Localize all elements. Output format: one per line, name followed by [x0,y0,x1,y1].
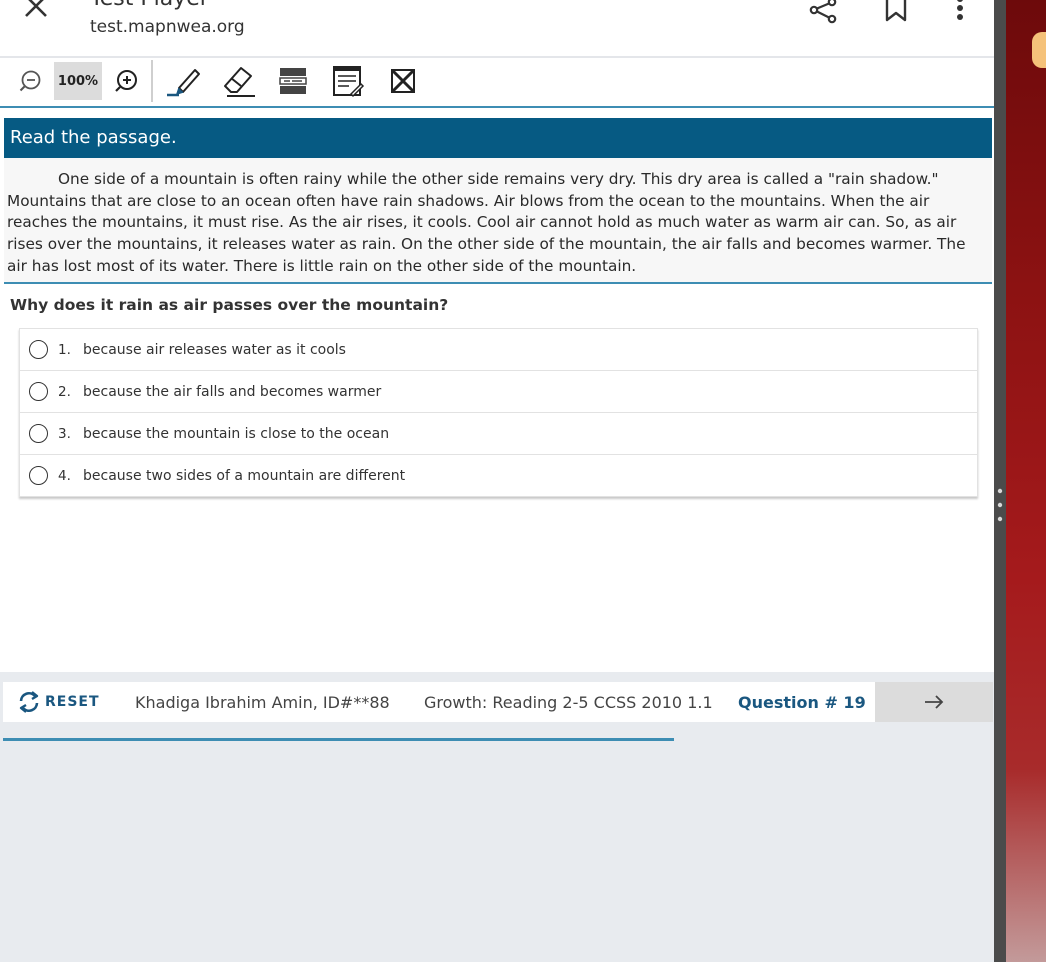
zoom-in-icon [115,70,137,92]
drag-handle-icon[interactable] [997,488,1003,528]
choice-text: because the mountain is close to the oce… [83,425,390,442]
close-icon[interactable] [22,0,50,20]
eraser-icon [224,67,255,97]
choice-text: because air releases water as it cools [83,341,346,358]
reset-button[interactable]: RESET [17,690,100,714]
choice-text: because two sides of a mountain are diff… [83,467,406,484]
toolbar-divider [151,60,153,102]
notepad-icon [333,66,365,98]
choice-text: because the air falls and becomes warmer [83,383,382,400]
answer-eliminator-button[interactable] [387,62,419,100]
zoom-in-button[interactable] [111,62,141,100]
tool-bar: 100% [0,58,994,108]
zoom-out-icon [19,70,41,92]
highlighter-icon [167,69,200,97]
zoom-level: 100% [54,62,102,100]
answer-choice-1[interactable]: 1. because air releases water as it cool… [20,329,977,371]
radio-button[interactable] [29,424,48,443]
answer-choice-3[interactable]: 3. because the mountain is close to the … [20,413,977,455]
bookmark-icon[interactable] [883,0,909,24]
line-reader-icon [279,68,307,94]
passage-heading: Read the passage. [4,118,992,158]
arrow-right-icon [925,695,944,709]
choice-number: 2. [58,383,71,400]
eraser-button[interactable] [220,62,258,100]
highlighter-button[interactable] [164,62,202,100]
split-screen-divider[interactable] [994,0,1006,962]
edge-panel-handle[interactable] [1032,32,1046,68]
notepad-button[interactable] [330,62,366,100]
radio-button[interactable] [29,340,48,359]
answer-eliminator-icon [390,68,416,94]
radio-button[interactable] [29,466,48,485]
progress-underline [3,738,674,741]
passage-text: One side of a mountain is often rainy wh… [7,170,966,275]
test-footer: RESET Khadiga Ibrahim Amin, ID#**88 Grow… [3,682,993,722]
page-url: test.mapnwea.org [90,17,245,37]
passage-body: One side of a mountain is often rainy wh… [4,158,992,284]
choice-number: 1. [58,341,71,358]
radio-button[interactable] [29,382,48,401]
browser-header: Test Player test.mapnwea.org [0,0,994,58]
answer-choice-2[interactable]: 2. because the air falls and becomes war… [20,371,977,413]
line-reader-button[interactable] [276,62,310,100]
background-wallpaper [1006,0,1046,962]
share-icon[interactable] [808,0,838,26]
test-name: Growth: Reading 2-5 CCSS 2010 1.1 [424,693,713,712]
choice-number: 3. [58,425,71,442]
kebab-menu-icon[interactable] [950,0,970,24]
reset-icon [19,691,39,713]
question-prompt: Why does it rain as air passes over the … [10,296,449,314]
reset-label: RESET [45,694,100,710]
answer-choices: 1. because air releases water as it cool… [19,328,978,497]
choice-number: 4. [58,467,71,484]
answer-choice-4[interactable]: 4. because two sides of a mountain are d… [20,455,977,496]
zoom-out-button[interactable] [16,62,44,100]
question-number: Question # 19 [738,693,866,712]
page-title: Test Player [90,0,209,11]
student-name: Khadiga Ibrahim Amin, ID#**88 [135,693,390,712]
next-question-button[interactable] [875,682,993,722]
